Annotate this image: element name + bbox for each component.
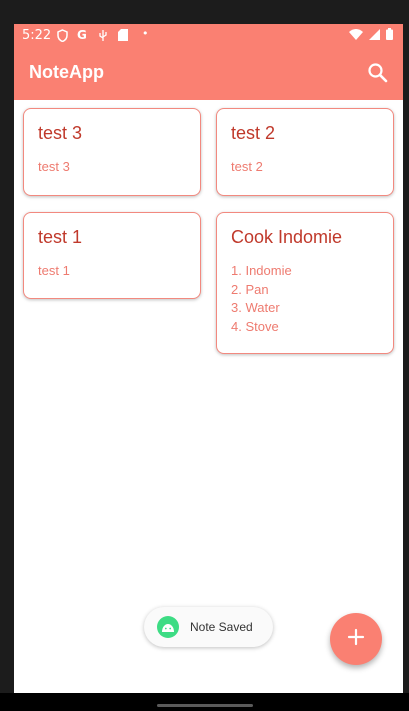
dot-icon: • — [142, 27, 149, 40]
note-title: test 3 — [38, 123, 83, 143]
app-title: NoteApp — [29, 62, 104, 82]
note-body: test 1 — [38, 263, 70, 278]
device-bottom-bezel — [0, 693, 409, 711]
note-card[interactable]: test 2 test 2 — [216, 108, 394, 196]
status-right-icons — [349, 28, 393, 43]
note-card[interactable]: test 3 test 3 — [23, 108, 201, 196]
search-icon[interactable] — [367, 62, 389, 84]
note-title: test 2 — [231, 123, 276, 143]
wifi-icon — [349, 28, 363, 43]
toast-message: Note Saved — [190, 620, 253, 634]
app-bar: NoteApp — [14, 48, 403, 100]
device-top-bezel — [0, 0, 409, 24]
toast: Note Saved — [144, 607, 273, 647]
google-icon: G — [77, 28, 87, 42]
note-body: test 2 — [231, 159, 263, 174]
android-icon — [157, 616, 179, 638]
signal-icon — [369, 28, 380, 43]
sd-card-icon — [118, 29, 128, 45]
note-card[interactable]: test 1 test 1 — [23, 212, 201, 299]
status-bar: 5:22 G • — [14, 24, 403, 48]
plus-icon — [347, 628, 365, 650]
shield-icon — [57, 29, 68, 46]
status-time: 5:22 — [22, 28, 52, 43]
battery-icon — [386, 28, 393, 43]
note-title: Cook Indomie — [231, 227, 343, 247]
add-note-button[interactable] — [330, 613, 382, 665]
usb-icon — [98, 29, 108, 46]
note-body: 1. Indomie 2. Pan 3. Water 4. Stove — [231, 263, 292, 334]
note-title: test 1 — [38, 227, 83, 247]
note-card[interactable]: Cook Indomie 1. Indomie 2. Pan 3. Water … — [216, 212, 394, 354]
home-gesture-bar[interactable] — [157, 704, 253, 707]
phone-screen: 5:22 G • NoteApp test 3 test 3 test 2 te… — [14, 24, 403, 693]
note-body: test 3 — [38, 159, 70, 174]
